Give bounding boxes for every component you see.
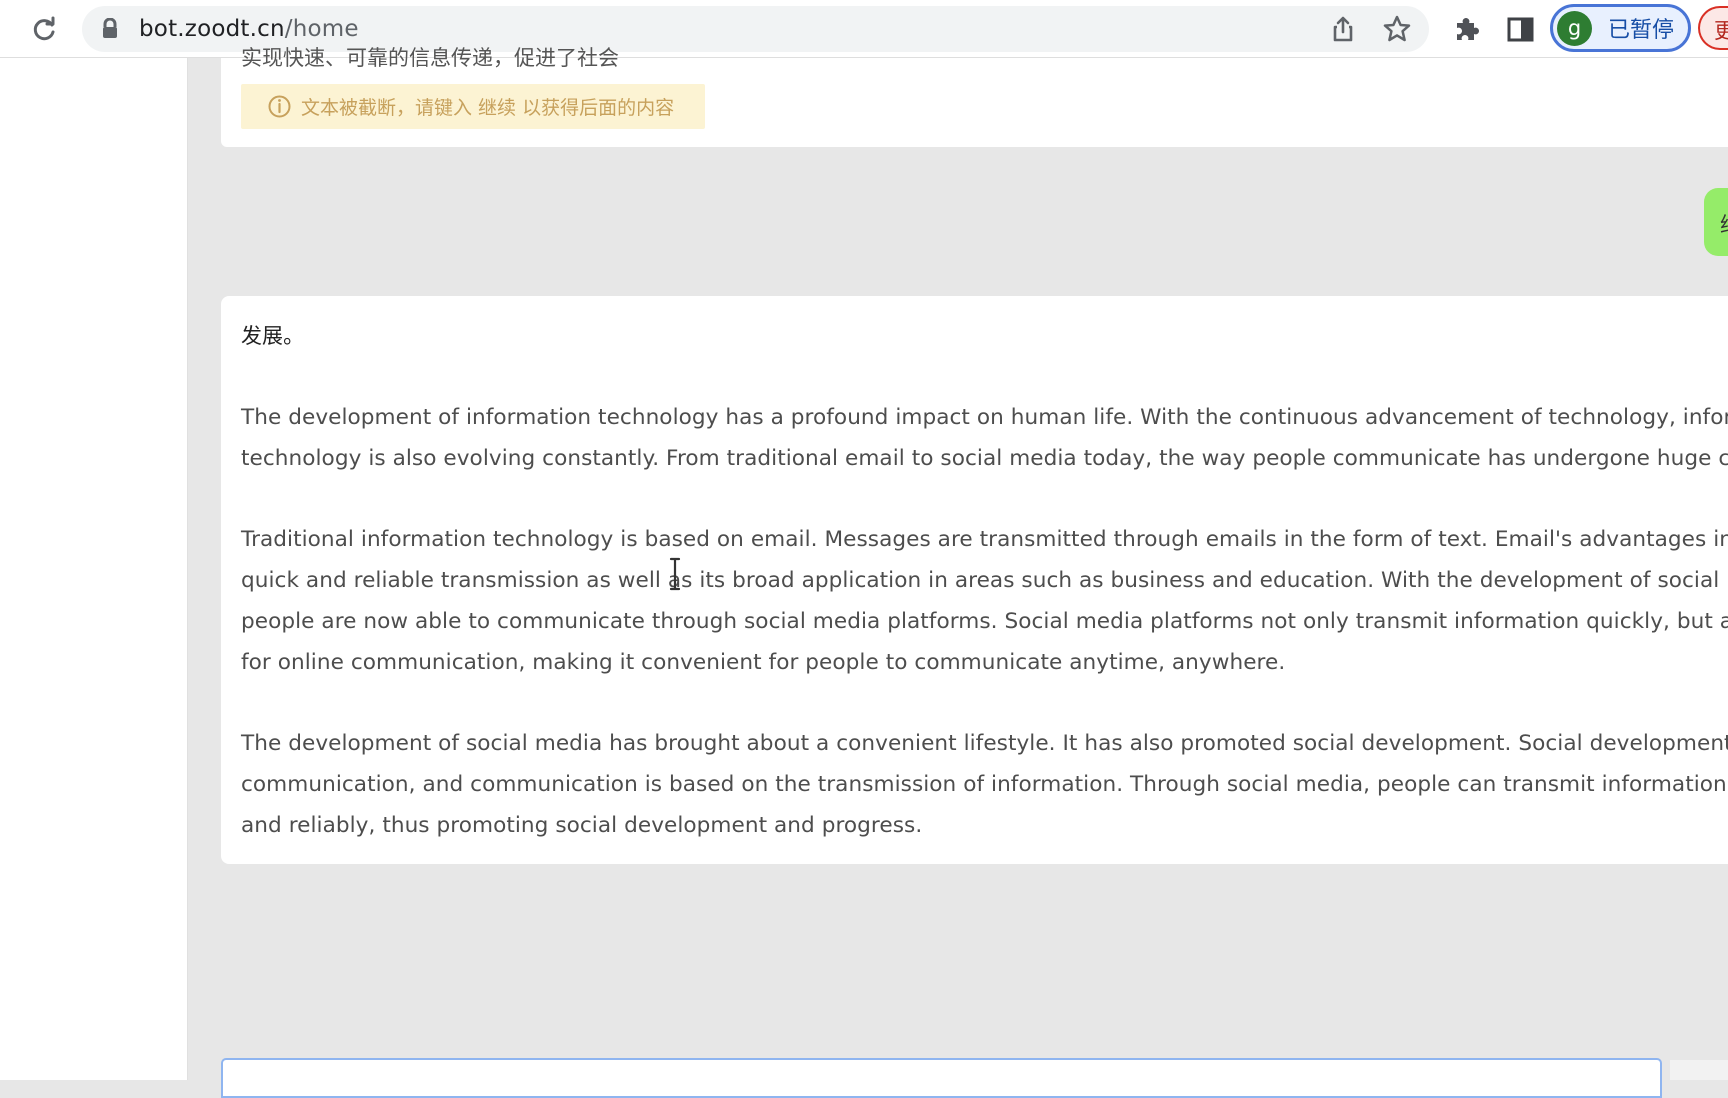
reply-content: 发展。 The development of information techn… bbox=[241, 316, 1728, 864]
star-icon bbox=[1383, 15, 1411, 42]
reload-icon bbox=[33, 16, 55, 41]
puzzle-icon bbox=[1456, 17, 1479, 40]
url-host: bot.zoodt.cn bbox=[139, 16, 285, 42]
info-icon bbox=[268, 95, 291, 118]
share-button[interactable] bbox=[1328, 14, 1358, 44]
user-message-bubble: 继 bbox=[1704, 188, 1728, 256]
text-cursor-icon bbox=[669, 557, 681, 591]
send-area[interactable] bbox=[1670, 1060, 1728, 1080]
share-icon bbox=[1333, 16, 1353, 42]
reply-lead: 发展。 bbox=[241, 324, 305, 348]
reply-paragraph: The development of social media has brou… bbox=[241, 731, 1728, 838]
url-text[interactable]: bot.zoodt.cn/home bbox=[139, 17, 359, 41]
avatar: g bbox=[1557, 10, 1592, 46]
reload-button[interactable] bbox=[24, 9, 64, 49]
truncation-notice-text: 文本被截断，请键入 继续 以获得后面的内容 bbox=[301, 97, 675, 119]
url-path: /home bbox=[284, 16, 359, 42]
profile-status: 已暂停 bbox=[1608, 18, 1675, 43]
extensions-button[interactable] bbox=[1449, 12, 1483, 46]
left-sidebar bbox=[0, 58, 188, 1080]
clipped-message-line: 实现快速、可靠的信息传递，促进了社会 bbox=[241, 46, 619, 70]
truncation-notice: 文本被截断，请键入 继续 以获得后面的内容 bbox=[241, 84, 705, 129]
previous-bot-message: 实现快速、可靠的信息传递，促进了社会 文本被截断，请键入 继续 以获得后面的内容 bbox=[221, 46, 1728, 147]
side-panel-icon bbox=[1507, 17, 1533, 41]
bookmark-button[interactable] bbox=[1382, 14, 1412, 44]
side-panel-button[interactable] bbox=[1503, 12, 1537, 46]
chat-input[interactable] bbox=[221, 1058, 1662, 1098]
lock-icon bbox=[103, 18, 117, 38]
update-button[interactable]: 更 bbox=[1698, 6, 1728, 50]
profile-button[interactable]: g 已暂停 bbox=[1550, 4, 1691, 52]
reply-paragraph: The development of information technolog… bbox=[241, 405, 1728, 471]
bot-reply-message: 发展。 The development of information techn… bbox=[221, 296, 1728, 864]
reply-paragraph: Traditional information technology is ba… bbox=[241, 527, 1728, 675]
